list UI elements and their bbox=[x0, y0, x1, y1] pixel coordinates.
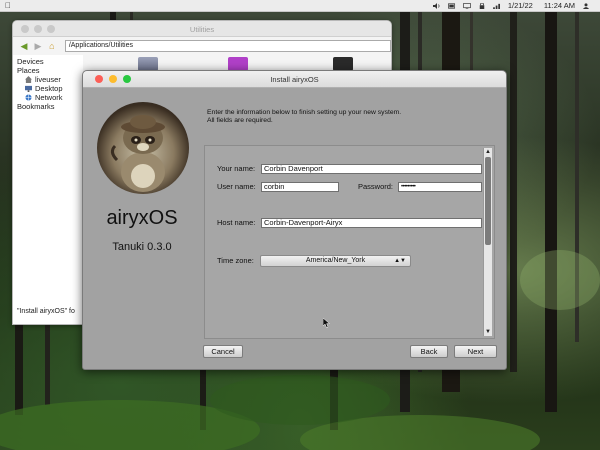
file-manager-titlebar[interactable]: Utilities bbox=[13, 21, 391, 37]
sidebar-item-label: liveuser bbox=[35, 75, 61, 84]
window-title: Utilities bbox=[189, 25, 215, 34]
sidebar-heading-bookmarks: Bookmarks bbox=[17, 102, 55, 111]
user-name-field[interactable]: corbin bbox=[261, 182, 339, 192]
time-zone-value: America/New_York bbox=[305, 257, 366, 264]
version-label: Tanuki 0.3.0 bbox=[112, 241, 172, 253]
window-title: Install airyxOS bbox=[270, 75, 319, 84]
installer-titlebar[interactable]: Install airyxOS bbox=[83, 71, 506, 88]
sidebar-item-label: Desktop bbox=[35, 84, 63, 93]
sidebar-item-network[interactable]: Network bbox=[17, 93, 79, 102]
sidebar-heading-places: Places bbox=[17, 66, 40, 75]
host-name-label: Host name: bbox=[217, 218, 256, 227]
network-icon[interactable] bbox=[492, 3, 501, 9]
file-manager-sidebar: Devices Places liveuser Desktop Network … bbox=[13, 55, 83, 324]
user-name-label: User name: bbox=[217, 182, 256, 191]
tanuki-logo bbox=[97, 102, 189, 194]
system-tray: 1/21/22 11:24 AM bbox=[432, 1, 590, 10]
intro-text: Enter the information below to finish se… bbox=[207, 109, 401, 125]
back-arrow-icon[interactable]: ◀ bbox=[19, 41, 29, 51]
brand-name: airyxOS bbox=[106, 207, 178, 229]
terminal-icon[interactable] bbox=[333, 57, 353, 71]
form-scrollbar[interactable]: ▲ ▼ bbox=[483, 148, 492, 336]
app-icon-installer[interactable] bbox=[138, 57, 158, 71]
intro-line: Enter the information below to finish se… bbox=[207, 109, 402, 116]
display-icon[interactable] bbox=[463, 2, 471, 9]
sidebar-heading-devices: Devices bbox=[17, 57, 44, 66]
file-manager-toolbar: ◀ ▶ ⌂ /Applications/Utilities bbox=[13, 37, 391, 55]
your-name-label: Your name: bbox=[217, 164, 256, 173]
scroll-down-icon[interactable]: ▼ bbox=[484, 328, 492, 336]
updown-chevron-icon: ▲▼ bbox=[394, 258, 406, 264]
sidebar-item-liveuser[interactable]: liveuser bbox=[17, 75, 79, 84]
desktop-icon bbox=[25, 85, 32, 92]
clock-time[interactable]: 11:24 AM bbox=[544, 1, 575, 10]
forward-arrow-icon[interactable]: ▶ bbox=[33, 41, 43, 51]
lock-icon[interactable] bbox=[478, 2, 486, 9]
password-label: Password: bbox=[358, 182, 394, 191]
battery-icon[interactable] bbox=[447, 2, 456, 9]
time-zone-select[interactable]: America/New_York ▲▼ bbox=[260, 255, 411, 267]
home-icon[interactable]: ⌂ bbox=[47, 41, 57, 51]
installer-window: Install airyxOS airyxOS Tanuki 0.3.0 Ent… bbox=[82, 70, 507, 370]
sidebar-item-desktop[interactable]: Desktop bbox=[17, 84, 79, 93]
sidebar-item-label: Network bbox=[35, 93, 63, 102]
menu-bar:  1/21/22 11:24 AM bbox=[0, 0, 600, 12]
time-zone-label: Time zone: bbox=[217, 256, 254, 265]
intro-line: All fields are required. bbox=[207, 117, 273, 124]
person-icon[interactable] bbox=[582, 2, 590, 9]
scroll-up-icon[interactable]: ▲ bbox=[484, 148, 492, 156]
tanuki-figure-icon bbox=[110, 115, 165, 192]
back-button[interactable]: Back bbox=[410, 345, 448, 358]
password-field[interactable]: ••••••••• bbox=[398, 182, 482, 192]
volume-icon[interactable] bbox=[432, 2, 441, 9]
home-icon bbox=[25, 76, 32, 83]
gear-icon[interactable] bbox=[228, 57, 248, 71]
clock-date[interactable]: 1/21/22 bbox=[508, 1, 533, 10]
network-icon bbox=[25, 94, 32, 101]
host-name-field[interactable]: Corbin-Davenport-Airyx bbox=[261, 218, 482, 228]
cancel-button[interactable]: Cancel bbox=[203, 345, 243, 358]
apple-icon[interactable]:  bbox=[5, 1, 11, 10]
setup-form: Your name: Corbin Davenport User name: c… bbox=[204, 145, 495, 339]
status-text: "Install airyxOS" fo bbox=[17, 308, 75, 315]
path-bar[interactable]: /Applications/Utilities bbox=[64, 40, 391, 52]
next-button[interactable]: Next bbox=[454, 345, 497, 358]
mouse-cursor-icon bbox=[323, 318, 331, 328]
scroll-thumb[interactable] bbox=[485, 157, 491, 245]
your-name-field[interactable]: Corbin Davenport bbox=[261, 164, 482, 174]
